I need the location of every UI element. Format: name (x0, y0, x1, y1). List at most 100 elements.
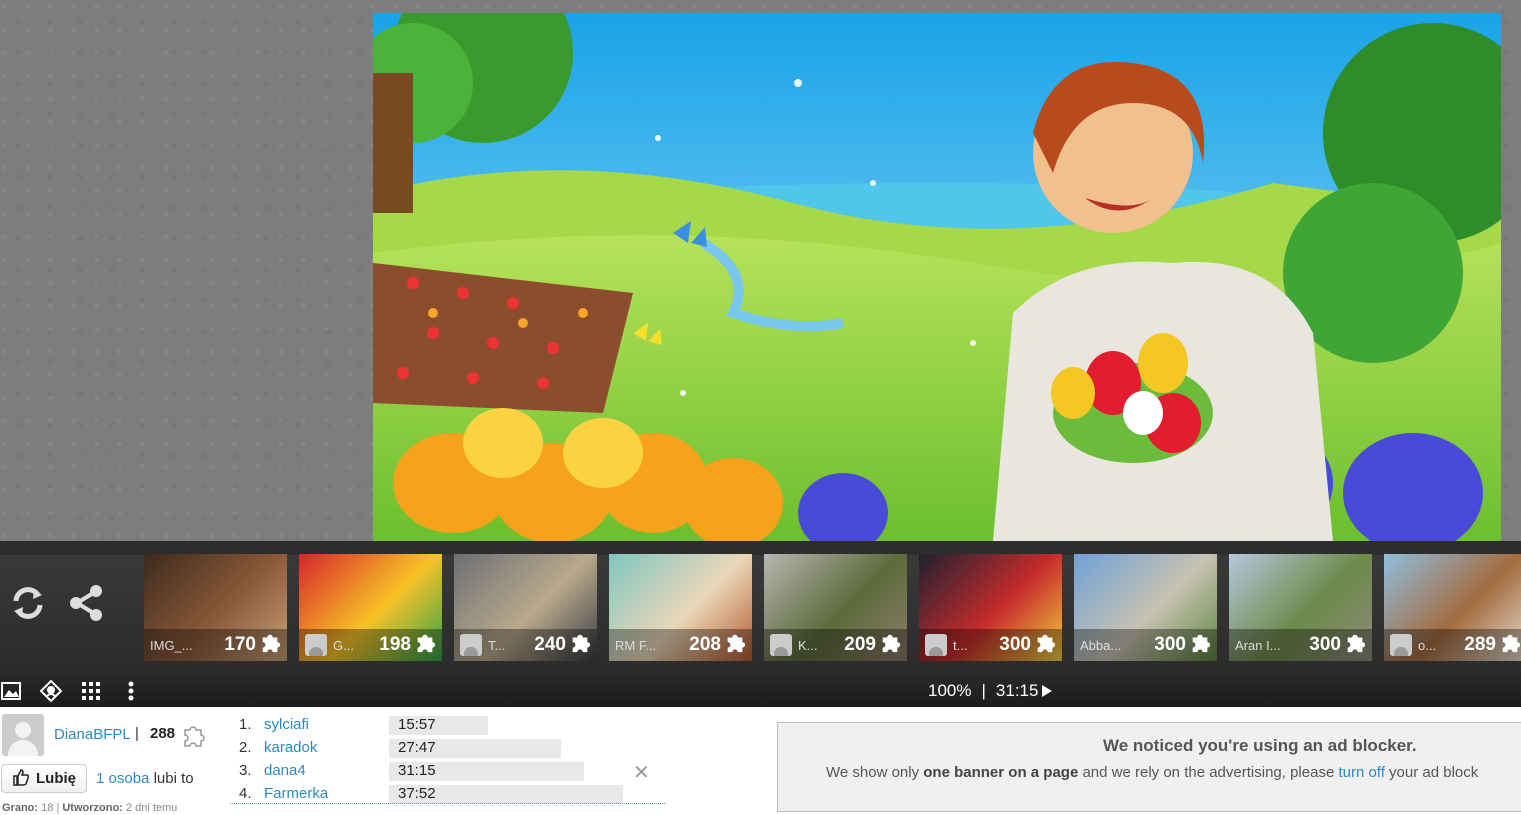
refresh-icon[interactable] (6, 581, 50, 625)
thumbnail-caption: T... 240 (454, 629, 597, 661)
avatar[interactable] (2, 714, 44, 756)
adblock-notice: We noticed you're using an ad blocker. W… (777, 722, 1521, 812)
thumbnail-label: Abba... (1080, 637, 1122, 653)
more-vertical-icon[interactable] (120, 680, 142, 702)
puzzle-piece-icon (259, 632, 281, 658)
thumbnail-item[interactable]: IMG_... 170 (144, 554, 287, 661)
adblock-text-part: We show only (826, 764, 924, 781)
like-button[interactable]: Lubię (1, 764, 87, 793)
puzzle-piece-icon (1034, 632, 1056, 658)
ranking-player-link[interactable]: Farmerka (264, 785, 328, 802)
piece-count: 209 (844, 634, 876, 655)
meta-separator: | (56, 802, 60, 814)
thumbs-up-icon (12, 768, 30, 790)
thumbnail-item[interactable]: K... 209 (764, 554, 907, 661)
piece-count: 300 (999, 634, 1031, 655)
author-score: 288 (150, 725, 176, 742)
side-tools (6, 581, 108, 625)
ranking-time: 15:57 (398, 716, 436, 733)
puzzle-piece-icon (414, 632, 436, 658)
created-label: Utworzono: (62, 802, 123, 814)
ranking-list: 1. sylciafi 15:57 2. karadok 27:47 3. dana4 31:1… (239, 714, 669, 806)
puzzle-stage (0, 0, 1521, 541)
ranking-position: 2. (239, 739, 252, 756)
author-panel: DianaBFPL | 288 Lubię 1 osoba lubi to Gr… (0, 712, 230, 815)
image-icon[interactable] (0, 680, 22, 702)
author-name-link[interactable]: DianaBFPL (54, 726, 131, 743)
piece-count: 300 (1309, 634, 1341, 655)
ranking-position: 1. (239, 716, 252, 733)
adblock-text-part: your ad block (1384, 764, 1479, 781)
piece-count: 170 (224, 634, 256, 655)
played-value: 18 (41, 802, 54, 814)
thumbnail-caption: Abba... 300 (1074, 629, 1217, 661)
author-avatar-icon (460, 634, 482, 656)
piece-count: 198 (379, 634, 411, 655)
share-icon[interactable] (64, 581, 108, 625)
puzzle-status: 100% | 31:15 (928, 681, 1053, 701)
thumbnail-label: o... (1418, 637, 1437, 653)
played-label: Grano: (2, 802, 39, 814)
ghost-image-icon[interactable] (40, 680, 62, 702)
thumbnail-item[interactable]: o... 289 (1384, 554, 1521, 661)
thumbnail-bar: IMG_... 170 G... 198 T... 240 RM F... 208 K... 20… (0, 541, 1521, 674)
toolbar-icons (0, 680, 142, 702)
thumbnail-label: t... (953, 637, 968, 653)
thumbnail-caption: o... 289 (1384, 629, 1521, 661)
like-label: Lubię (36, 770, 76, 787)
ranking-time: 37:52 (398, 785, 436, 802)
close-icon[interactable]: ✕ (633, 760, 650, 784)
thumbnail-label: IMG_... (150, 637, 193, 653)
thumbnail-item[interactable]: Abba... 300 (1074, 554, 1217, 661)
puzzle-piece-icon (724, 632, 746, 658)
thumbnail-label: Aran I... (1235, 637, 1281, 653)
zoom-level: 100% (928, 681, 972, 700)
puzzle-piece-icon (879, 632, 901, 658)
adblock-text-bold: one banner on a page (923, 764, 1079, 781)
piece-count: 289 (1464, 634, 1496, 655)
piece-count: 240 (534, 634, 566, 655)
adblock-text-part: and we rely on the advertising, please (1078, 764, 1339, 781)
puzzle-piece-icon (1499, 632, 1521, 658)
puzzle-image[interactable] (373, 13, 1501, 541)
ranking-player-link[interactable]: sylciafi (264, 716, 309, 733)
turn-off-link[interactable]: turn off (1338, 764, 1384, 781)
author-avatar-icon (305, 634, 327, 656)
ranking-position: 3. (239, 762, 252, 779)
piece-count: 300 (1154, 634, 1186, 655)
thumbnail-caption: Aran I... 300 (1229, 629, 1372, 661)
thumbnail-label: T... (488, 637, 506, 653)
thumbnail-label: G... (333, 637, 354, 653)
author-avatar-icon (770, 634, 792, 656)
piece-count: 208 (689, 634, 721, 655)
ranking-row: 3. dana4 31:15 (239, 760, 669, 783)
thumbnail-caption: G... 198 (299, 629, 442, 661)
thumbnail-item[interactable]: RM F... 208 (609, 554, 752, 661)
author-avatar-icon (1390, 634, 1412, 656)
timer: 31:15 (995, 681, 1039, 700)
ranking-player-link[interactable]: dana4 (264, 762, 306, 779)
thumbnail-item[interactable]: G... 198 (299, 554, 442, 661)
puzzle-piece-icon (1344, 632, 1366, 658)
thumbnail-label: RM F... (615, 637, 657, 653)
thumbnail-item[interactable]: Aran I... 300 (1229, 554, 1372, 661)
ranking-row: 2. karadok 27:47 (239, 737, 669, 760)
likes-suffix: lubi to (153, 770, 194, 787)
grid-icon[interactable] (80, 680, 102, 702)
thumbnail-item[interactable]: T... 240 (454, 554, 597, 661)
thumbnail-caption: K... 209 (764, 629, 907, 661)
puzzle-piece-icon (181, 724, 205, 752)
thumbnail-caption: IMG_... 170 (144, 629, 287, 661)
ranking-time: 27:47 (398, 739, 436, 756)
ranking-divider (230, 803, 665, 804)
puzzle-piece-icon (569, 632, 591, 658)
author-separator: | (135, 725, 139, 742)
likes-count-link[interactable]: 1 osoba (96, 770, 149, 787)
play-icon[interactable] (1042, 685, 1053, 697)
puzzle-meta: Grano: 18 | Utworzono: 2 dni temu (2, 802, 177, 814)
ranking-player-link[interactable]: karadok (264, 739, 317, 756)
thumbnail-list: IMG_... 170 G... 198 T... 240 RM F... 208 K... 20… (144, 554, 1521, 661)
adblock-text: We show only one banner on a page and we… (826, 764, 1478, 781)
thumbnail-item[interactable]: t... 300 (919, 554, 1062, 661)
thumbnail-caption: RM F... 208 (609, 629, 752, 661)
